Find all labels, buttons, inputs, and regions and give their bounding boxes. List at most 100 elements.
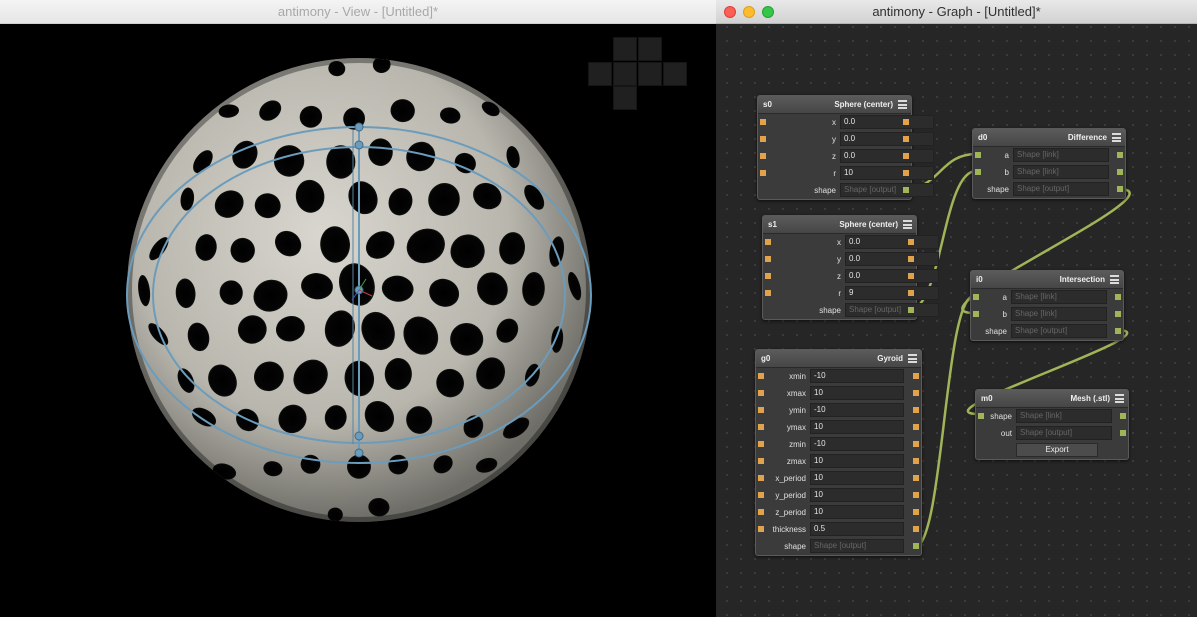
output-port-icon[interactable] [1117, 152, 1123, 158]
view-titlebar[interactable]: antimony - View - [Untitled]* [0, 0, 716, 24]
hamburger-menu-icon[interactable] [1110, 275, 1119, 284]
node-header[interactable]: s0 Sphere (center) [758, 96, 911, 114]
value-input[interactable]: 10 [810, 505, 904, 519]
output-port-icon[interactable] [1115, 311, 1121, 317]
input-port-icon[interactable] [758, 407, 764, 413]
output-port-icon[interactable] [908, 256, 914, 262]
output-port-icon[interactable] [1117, 169, 1123, 175]
value-input[interactable]: 10 [810, 454, 904, 468]
output-port-icon[interactable] [908, 307, 914, 313]
output-port-icon[interactable] [913, 492, 919, 498]
output-port-icon[interactable] [913, 390, 919, 396]
input-port-icon[interactable] [973, 311, 979, 317]
node-s0[interactable]: s0 Sphere (center) x 0.0 y 0.0 z 0.0 r 10 shape Sha… [757, 95, 934, 200]
input-port-icon[interactable] [758, 526, 764, 532]
output-port-icon[interactable] [903, 170, 909, 176]
value-input[interactable]: 0.0 [840, 149, 934, 163]
value-input[interactable]: 10 [810, 386, 904, 400]
input-port-icon[interactable] [760, 119, 766, 125]
output-port-icon[interactable] [913, 424, 919, 430]
output-port-icon[interactable] [913, 509, 919, 515]
graph-titlebar[interactable]: antimony - Graph - [Untitled]* [716, 0, 1197, 24]
output-port-icon[interactable] [903, 153, 909, 159]
value-input[interactable]: -10 [810, 403, 904, 417]
output-port-icon[interactable] [913, 475, 919, 481]
input-port-icon[interactable] [758, 390, 764, 396]
input-port-icon[interactable] [758, 509, 764, 515]
output-port-icon[interactable] [913, 373, 919, 379]
hamburger-menu-icon[interactable] [898, 100, 907, 109]
field-label: x [837, 238, 841, 247]
hamburger-menu-icon[interactable] [903, 220, 912, 229]
node-header[interactable]: g0 Gyroid [756, 350, 921, 368]
hamburger-menu-icon[interactable] [908, 354, 917, 363]
value-input[interactable]: 10 [810, 420, 904, 434]
input-port-icon[interactable] [760, 153, 766, 159]
node-s1[interactable]: s1 Sphere (center) x 0.0 y 0.0 z 0.0 r 9 shape Shap… [762, 215, 939, 320]
value-input[interactable]: -10 [810, 369, 904, 383]
node-header[interactable]: i0 Intersection [971, 271, 1123, 289]
value-input[interactable]: 0.0 [845, 269, 939, 283]
input-port-icon[interactable] [758, 441, 764, 447]
value-input[interactable]: 0.0 [840, 132, 934, 146]
output-port-icon[interactable] [1120, 430, 1126, 436]
input-port-icon[interactable] [758, 475, 764, 481]
wire-g0-to-i0-a[interactable] [913, 294, 975, 550]
input-port-icon[interactable] [760, 170, 766, 176]
output-port-icon[interactable] [903, 136, 909, 142]
zoom-window-icon[interactable] [762, 6, 774, 18]
output-port-icon[interactable] [908, 273, 914, 279]
input-port-icon[interactable] [765, 273, 771, 279]
value-input[interactable]: 10 [810, 471, 904, 485]
hamburger-menu-icon[interactable] [1112, 133, 1121, 142]
value-input[interactable]: 0.0 [840, 115, 934, 129]
node-g0[interactable]: g0 Gyroid xmin -10 xmax 10 ymin -10 ymax 10 zmin -1… [755, 349, 922, 556]
node-header[interactable]: m0 Mesh (.stl) [976, 390, 1128, 408]
minimize-window-icon[interactable] [743, 6, 755, 18]
input-port-icon[interactable] [758, 492, 764, 498]
export-button[interactable]: Export [1016, 443, 1098, 457]
node-i0[interactable]: i0 Intersection a Shape [link] b Shape [link]… [970, 270, 1124, 341]
output-port-icon[interactable] [913, 407, 919, 413]
value-input[interactable]: 10 [810, 488, 904, 502]
output-port-icon[interactable] [913, 543, 919, 549]
output-port-icon[interactable] [1117, 186, 1123, 192]
input-port-icon[interactable] [975, 169, 981, 175]
value-input[interactable]: 0.0 [845, 252, 939, 266]
field-label: out [1000, 429, 1012, 438]
value-input[interactable]: 9 [845, 286, 939, 300]
input-port-icon[interactable] [758, 458, 764, 464]
input-port-icon[interactable] [758, 373, 764, 379]
value-input[interactable]: 0.0 [845, 235, 939, 249]
input-port-icon[interactable] [978, 413, 984, 419]
input-port-icon[interactable] [765, 239, 771, 245]
output-port-icon[interactable] [903, 119, 909, 125]
input-port-icon[interactable] [973, 294, 979, 300]
node-m0[interactable]: m0 Mesh (.stl) shape Shape [link] out Shape [… [975, 389, 1129, 460]
output-port-icon[interactable] [1120, 413, 1126, 419]
output-port-icon[interactable] [913, 441, 919, 447]
output-port-icon[interactable] [908, 290, 914, 296]
input-port-icon[interactable] [765, 256, 771, 262]
node-row: xmin -10 [756, 368, 921, 385]
output-port-icon[interactable] [913, 526, 919, 532]
output-port-icon[interactable] [1115, 294, 1121, 300]
node-header[interactable]: s1 Sphere (center) [763, 216, 916, 234]
3d-viewport[interactable] [0, 24, 716, 617]
output-port-icon[interactable] [913, 458, 919, 464]
input-port-icon[interactable] [760, 136, 766, 142]
value-input[interactable]: 0.5 [810, 522, 904, 536]
value-input[interactable]: -10 [810, 437, 904, 451]
value-input[interactable]: 10 [840, 166, 934, 180]
output-port-icon[interactable] [903, 187, 909, 193]
hamburger-menu-icon[interactable] [1115, 394, 1124, 403]
output-port-icon[interactable] [908, 239, 914, 245]
input-port-icon[interactable] [758, 424, 764, 430]
close-window-icon[interactable] [724, 6, 736, 18]
node-d0[interactable]: d0 Difference a Shape [link] b Shape [link] sh… [972, 128, 1126, 199]
node-header[interactable]: d0 Difference [973, 129, 1125, 147]
input-port-icon[interactable] [765, 290, 771, 296]
field-label: thickness [772, 525, 806, 534]
output-port-icon[interactable] [1115, 328, 1121, 334]
input-port-icon[interactable] [975, 152, 981, 158]
